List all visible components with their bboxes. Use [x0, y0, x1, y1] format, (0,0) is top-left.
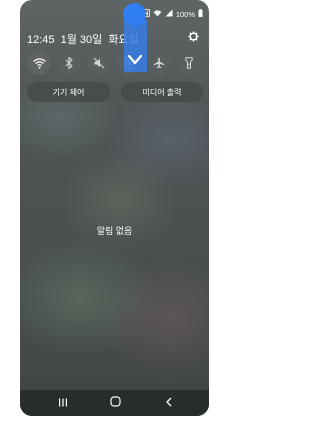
navigation-bar [20, 390, 209, 416]
home-button[interactable] [108, 394, 122, 412]
flashlight-icon [185, 57, 193, 69]
home-icon [109, 394, 121, 412]
swipe-touch-point [123, 3, 146, 26]
device-control-button[interactable]: 기기 제어 [27, 82, 110, 102]
gear-icon [187, 31, 199, 45]
back-button[interactable] [162, 397, 176, 409]
swipe-down-arrow-icon [127, 53, 143, 65]
wifi-icon [153, 9, 162, 19]
signal-icon [165, 9, 173, 19]
battery-icon [198, 9, 203, 19]
clock-time: 12:45 [27, 34, 55, 46]
tile-sound-mute[interactable] [87, 51, 111, 75]
tile-wifi[interactable] [27, 51, 51, 75]
status-bar: 100% [20, 8, 209, 25]
airplane-icon [153, 57, 165, 69]
tile-airplane-mode[interactable] [147, 51, 171, 75]
notification-panel: 100% 12:45 1월 30일 화요일 [20, 0, 209, 416]
wifi-icon [32, 57, 46, 69]
back-icon [165, 394, 173, 412]
bluetooth-icon [65, 57, 73, 69]
tile-bluetooth[interactable] [57, 51, 81, 75]
phone-frame: 100% 12:45 1월 30일 화요일 [17, 0, 212, 422]
date-text: 1월 30일 [60, 34, 103, 46]
recents-button[interactable] [56, 397, 70, 409]
quick-settings-tiles [27, 51, 204, 75]
settings-button[interactable] [187, 31, 199, 43]
battery-percent: 100% [175, 9, 195, 19]
no-notifications-text: 알림 없음 [96, 226, 133, 236]
media-output-button[interactable]: 미디어 출력 [121, 82, 203, 102]
tile-flashlight[interactable] [177, 51, 201, 75]
recents-icon [58, 394, 68, 412]
mute-icon [93, 57, 105, 69]
